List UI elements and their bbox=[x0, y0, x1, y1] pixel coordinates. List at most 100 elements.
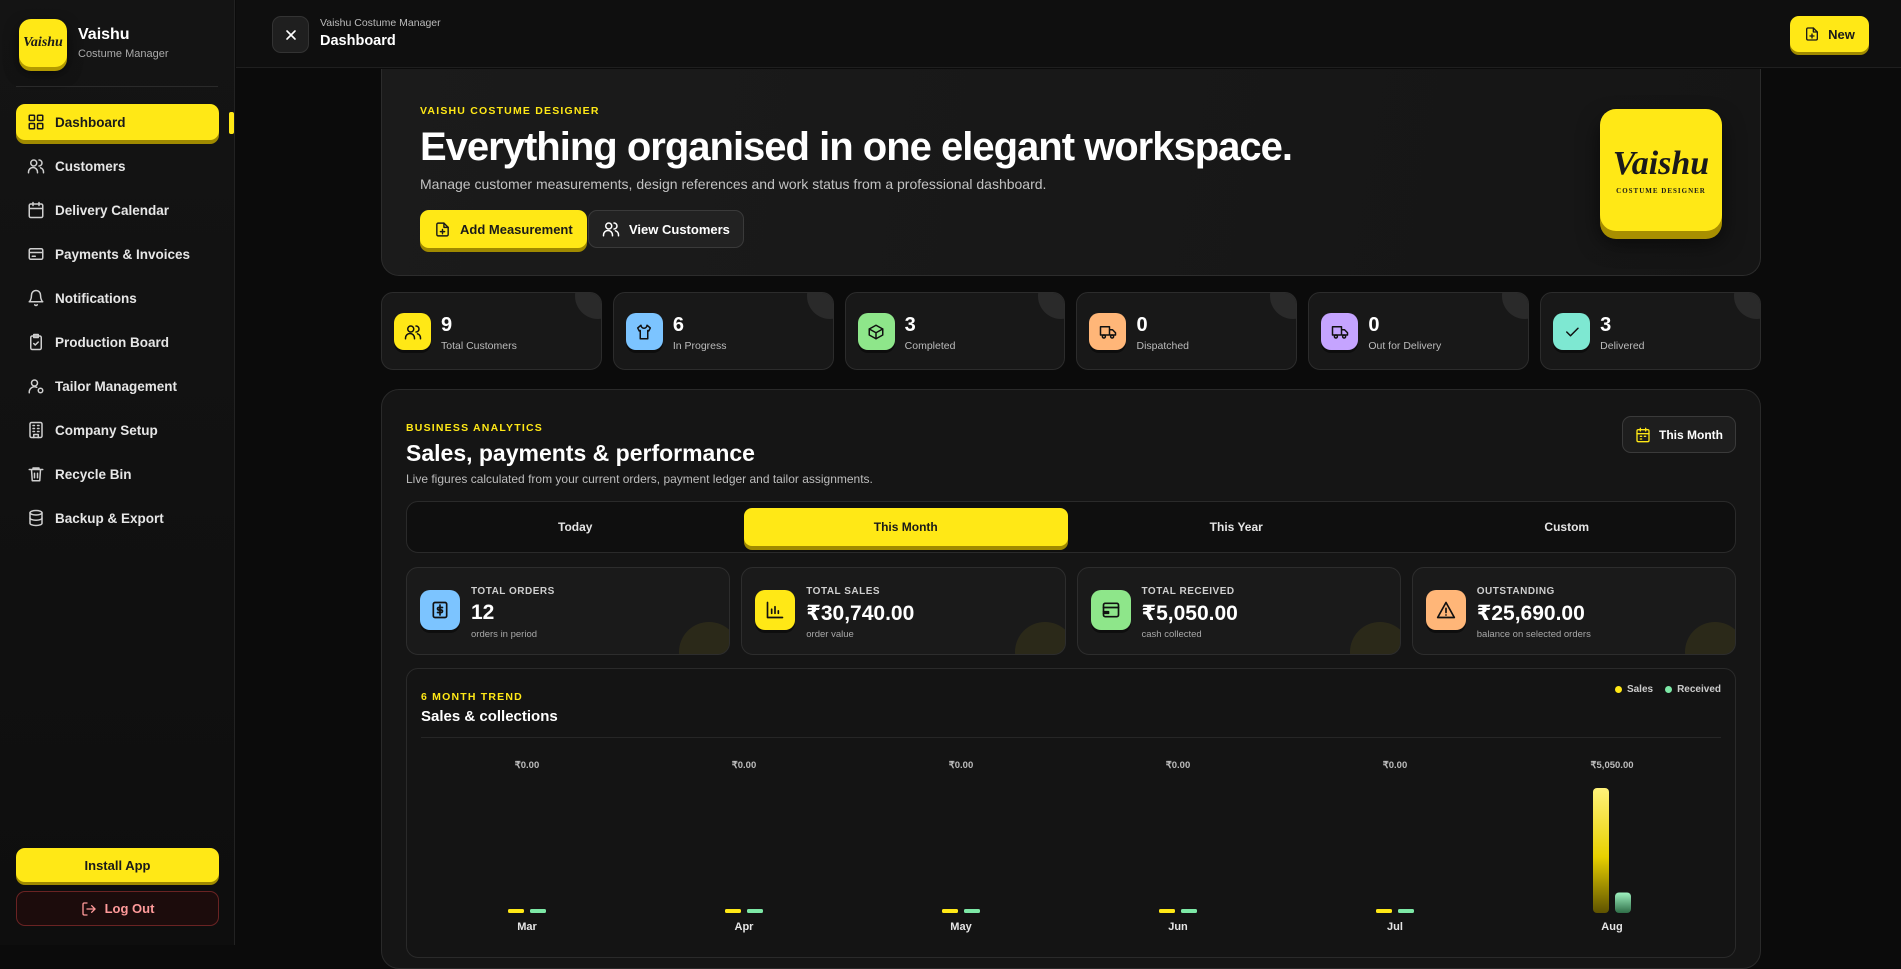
building-icon bbox=[27, 421, 45, 439]
logout-button[interactable]: Log Out bbox=[16, 891, 219, 926]
hero-card: VAISHU COSTUME DESIGNER Everything organ… bbox=[381, 69, 1761, 276]
sidebar-item-dashboard[interactable]: Dashboard bbox=[16, 104, 219, 140]
kpi-note: cash collected bbox=[1141, 629, 1202, 640]
kpi-note: order value bbox=[806, 629, 854, 640]
stat-label: Completed bbox=[904, 340, 956, 352]
tab-today[interactable]: Today bbox=[413, 508, 738, 546]
brand-subtitle: Costume Manager bbox=[78, 48, 169, 60]
bar-sales[interactable] bbox=[508, 909, 524, 913]
period-picker-button[interactable]: This Month bbox=[1622, 416, 1736, 453]
stat-value: 0 bbox=[1136, 314, 1148, 336]
sidebar-item-label: Delivery Calendar bbox=[55, 202, 170, 218]
hero-eyebrow: VAISHU COSTUME DESIGNER bbox=[420, 105, 600, 117]
stat-value: 9 bbox=[441, 314, 453, 336]
legend-received-label: Received bbox=[1677, 684, 1721, 695]
bar-received[interactable] bbox=[1398, 909, 1414, 913]
bar-sales[interactable] bbox=[725, 909, 741, 913]
sidebar-item-customers[interactable]: Customers bbox=[16, 148, 219, 184]
close-button[interactable] bbox=[272, 16, 309, 53]
brand[interactable]: Vaishu Vaishu Costume Manager bbox=[19, 19, 169, 67]
bar-sales[interactable] bbox=[1159, 909, 1175, 913]
logo-tagline: COSTUME DESIGNER bbox=[1616, 186, 1706, 195]
view-customers-label: View Customers bbox=[629, 221, 730, 237]
sidebar-item-label: Company Setup bbox=[55, 422, 158, 438]
shirt-icon bbox=[625, 313, 663, 350]
stat-value: 0 bbox=[1368, 314, 1380, 336]
database-icon bbox=[27, 509, 45, 527]
stat-card[interactable]: 9 Total Customers bbox=[381, 292, 602, 370]
check-icon bbox=[1553, 313, 1591, 350]
box-icon bbox=[857, 313, 895, 350]
kpi-value: ₹30,740.00 bbox=[806, 602, 915, 625]
sidebar: Vaishu Vaishu Costume Manager Dashboard C… bbox=[0, 0, 235, 945]
wallet-icon bbox=[1090, 590, 1131, 630]
sidebar-item-label: Production Board bbox=[55, 334, 169, 350]
bar-received[interactable] bbox=[530, 909, 546, 913]
sidebar-item-label: Dashboard bbox=[55, 114, 126, 130]
stat-card[interactable]: 0 Out for Delivery bbox=[1308, 292, 1530, 370]
brand-name: Vaishu bbox=[78, 26, 130, 43]
sidebar-item-label: Customers bbox=[55, 158, 126, 174]
new-button[interactable]: New bbox=[1790, 16, 1869, 52]
top-bar: Vaishu Costume Manager Dashboard New bbox=[236, 0, 1901, 68]
file-plus-icon bbox=[434, 221, 451, 238]
bell-icon bbox=[27, 289, 45, 307]
sidebar-item-notifications[interactable]: Notifications bbox=[16, 280, 219, 316]
stat-card[interactable]: 3 Completed bbox=[844, 292, 1066, 370]
sidebar-item-backup-export[interactable]: Backup & Export bbox=[16, 500, 219, 536]
sidebar-nav: Dashboard Customers Delivery Calendar Payme… bbox=[16, 104, 219, 544]
chart-legend: Sales Received bbox=[1614, 684, 1721, 695]
brand-logo: Vaishu bbox=[19, 19, 67, 67]
logout-label: Log Out bbox=[104, 901, 155, 916]
sidebar-item-company-setup[interactable]: Company Setup bbox=[16, 412, 219, 448]
tab-custom[interactable]: Custom bbox=[1405, 508, 1730, 546]
divider bbox=[16, 86, 218, 87]
stat-card[interactable]: 6 In Progress bbox=[612, 292, 834, 370]
view-customers-button[interactable]: View Customers bbox=[588, 210, 744, 248]
dashboard-icon bbox=[27, 113, 45, 131]
kpi-label: OUTSTANDING bbox=[1476, 586, 1555, 597]
users-icon bbox=[27, 157, 45, 175]
sidebar-item-payments-invoices[interactable]: Payments & Invoices bbox=[16, 236, 219, 272]
bar-sales[interactable] bbox=[1376, 909, 1392, 913]
stat-label: Out for Delivery bbox=[1368, 340, 1442, 352]
sidebar-item-label: Recycle Bin bbox=[55, 466, 132, 482]
trend-title: Sales & collections bbox=[421, 708, 558, 725]
bar-received[interactable] bbox=[1181, 909, 1197, 913]
bar-sales[interactable] bbox=[1593, 788, 1609, 913]
tab-this-month[interactable]: This Month bbox=[743, 508, 1068, 546]
add-measurement-button[interactable]: Add Measurement bbox=[420, 210, 587, 248]
bar-value-label: ₹0.00 bbox=[515, 760, 540, 771]
trend-eyebrow: 6 MONTH TREND bbox=[421, 691, 523, 703]
bar-received[interactable] bbox=[964, 909, 980, 913]
kpi-card: TOTAL SALES ₹30,740.00 order value bbox=[741, 567, 1066, 655]
x-tick-label: May bbox=[950, 921, 972, 933]
new-label: New bbox=[1828, 26, 1855, 42]
user-gear-icon bbox=[27, 377, 45, 395]
stat-label: Delivered bbox=[1600, 340, 1645, 352]
sidebar-item-tailor-management[interactable]: Tailor Management bbox=[16, 368, 219, 404]
sidebar-item-production-board[interactable]: Production Board bbox=[16, 324, 219, 360]
stat-card[interactable]: 0 Dispatched bbox=[1076, 292, 1298, 370]
stat-card[interactable]: 3 Delivered bbox=[1540, 292, 1761, 370]
x-tick-label: Apr bbox=[735, 921, 755, 933]
kpi-card: TOTAL RECEIVED ₹5,050.00 cash collected bbox=[1076, 567, 1401, 655]
sidebar-item-delivery-calendar[interactable]: Delivery Calendar bbox=[16, 192, 219, 228]
install-app-button[interactable]: Install App bbox=[16, 848, 219, 882]
install-app-label: Install App bbox=[84, 857, 151, 873]
stat-value: 3 bbox=[1600, 314, 1612, 336]
tab-this-year[interactable]: This Year bbox=[1074, 508, 1399, 546]
hero-subtitle: Manage customer measurements, design ref… bbox=[420, 176, 1047, 192]
bar-received[interactable] bbox=[747, 909, 763, 913]
close-icon bbox=[283, 27, 299, 43]
status-stats: 9 Total Customers 6 In Progress 3 Completed 0 D… bbox=[381, 292, 1761, 370]
bar-value-label: ₹5,050.00 bbox=[1590, 760, 1633, 771]
bar-value-label: ₹0.00 bbox=[1383, 760, 1408, 771]
bar-received[interactable] bbox=[1615, 892, 1631, 913]
bar-sales[interactable] bbox=[942, 909, 958, 913]
truck-icon bbox=[1089, 313, 1127, 350]
kpi-label: TOTAL ORDERS bbox=[471, 586, 555, 597]
legend-swatch bbox=[1614, 685, 1622, 693]
sidebar-item-recycle-bin[interactable]: Recycle Bin bbox=[16, 456, 219, 492]
file-plus-icon bbox=[1804, 26, 1820, 42]
